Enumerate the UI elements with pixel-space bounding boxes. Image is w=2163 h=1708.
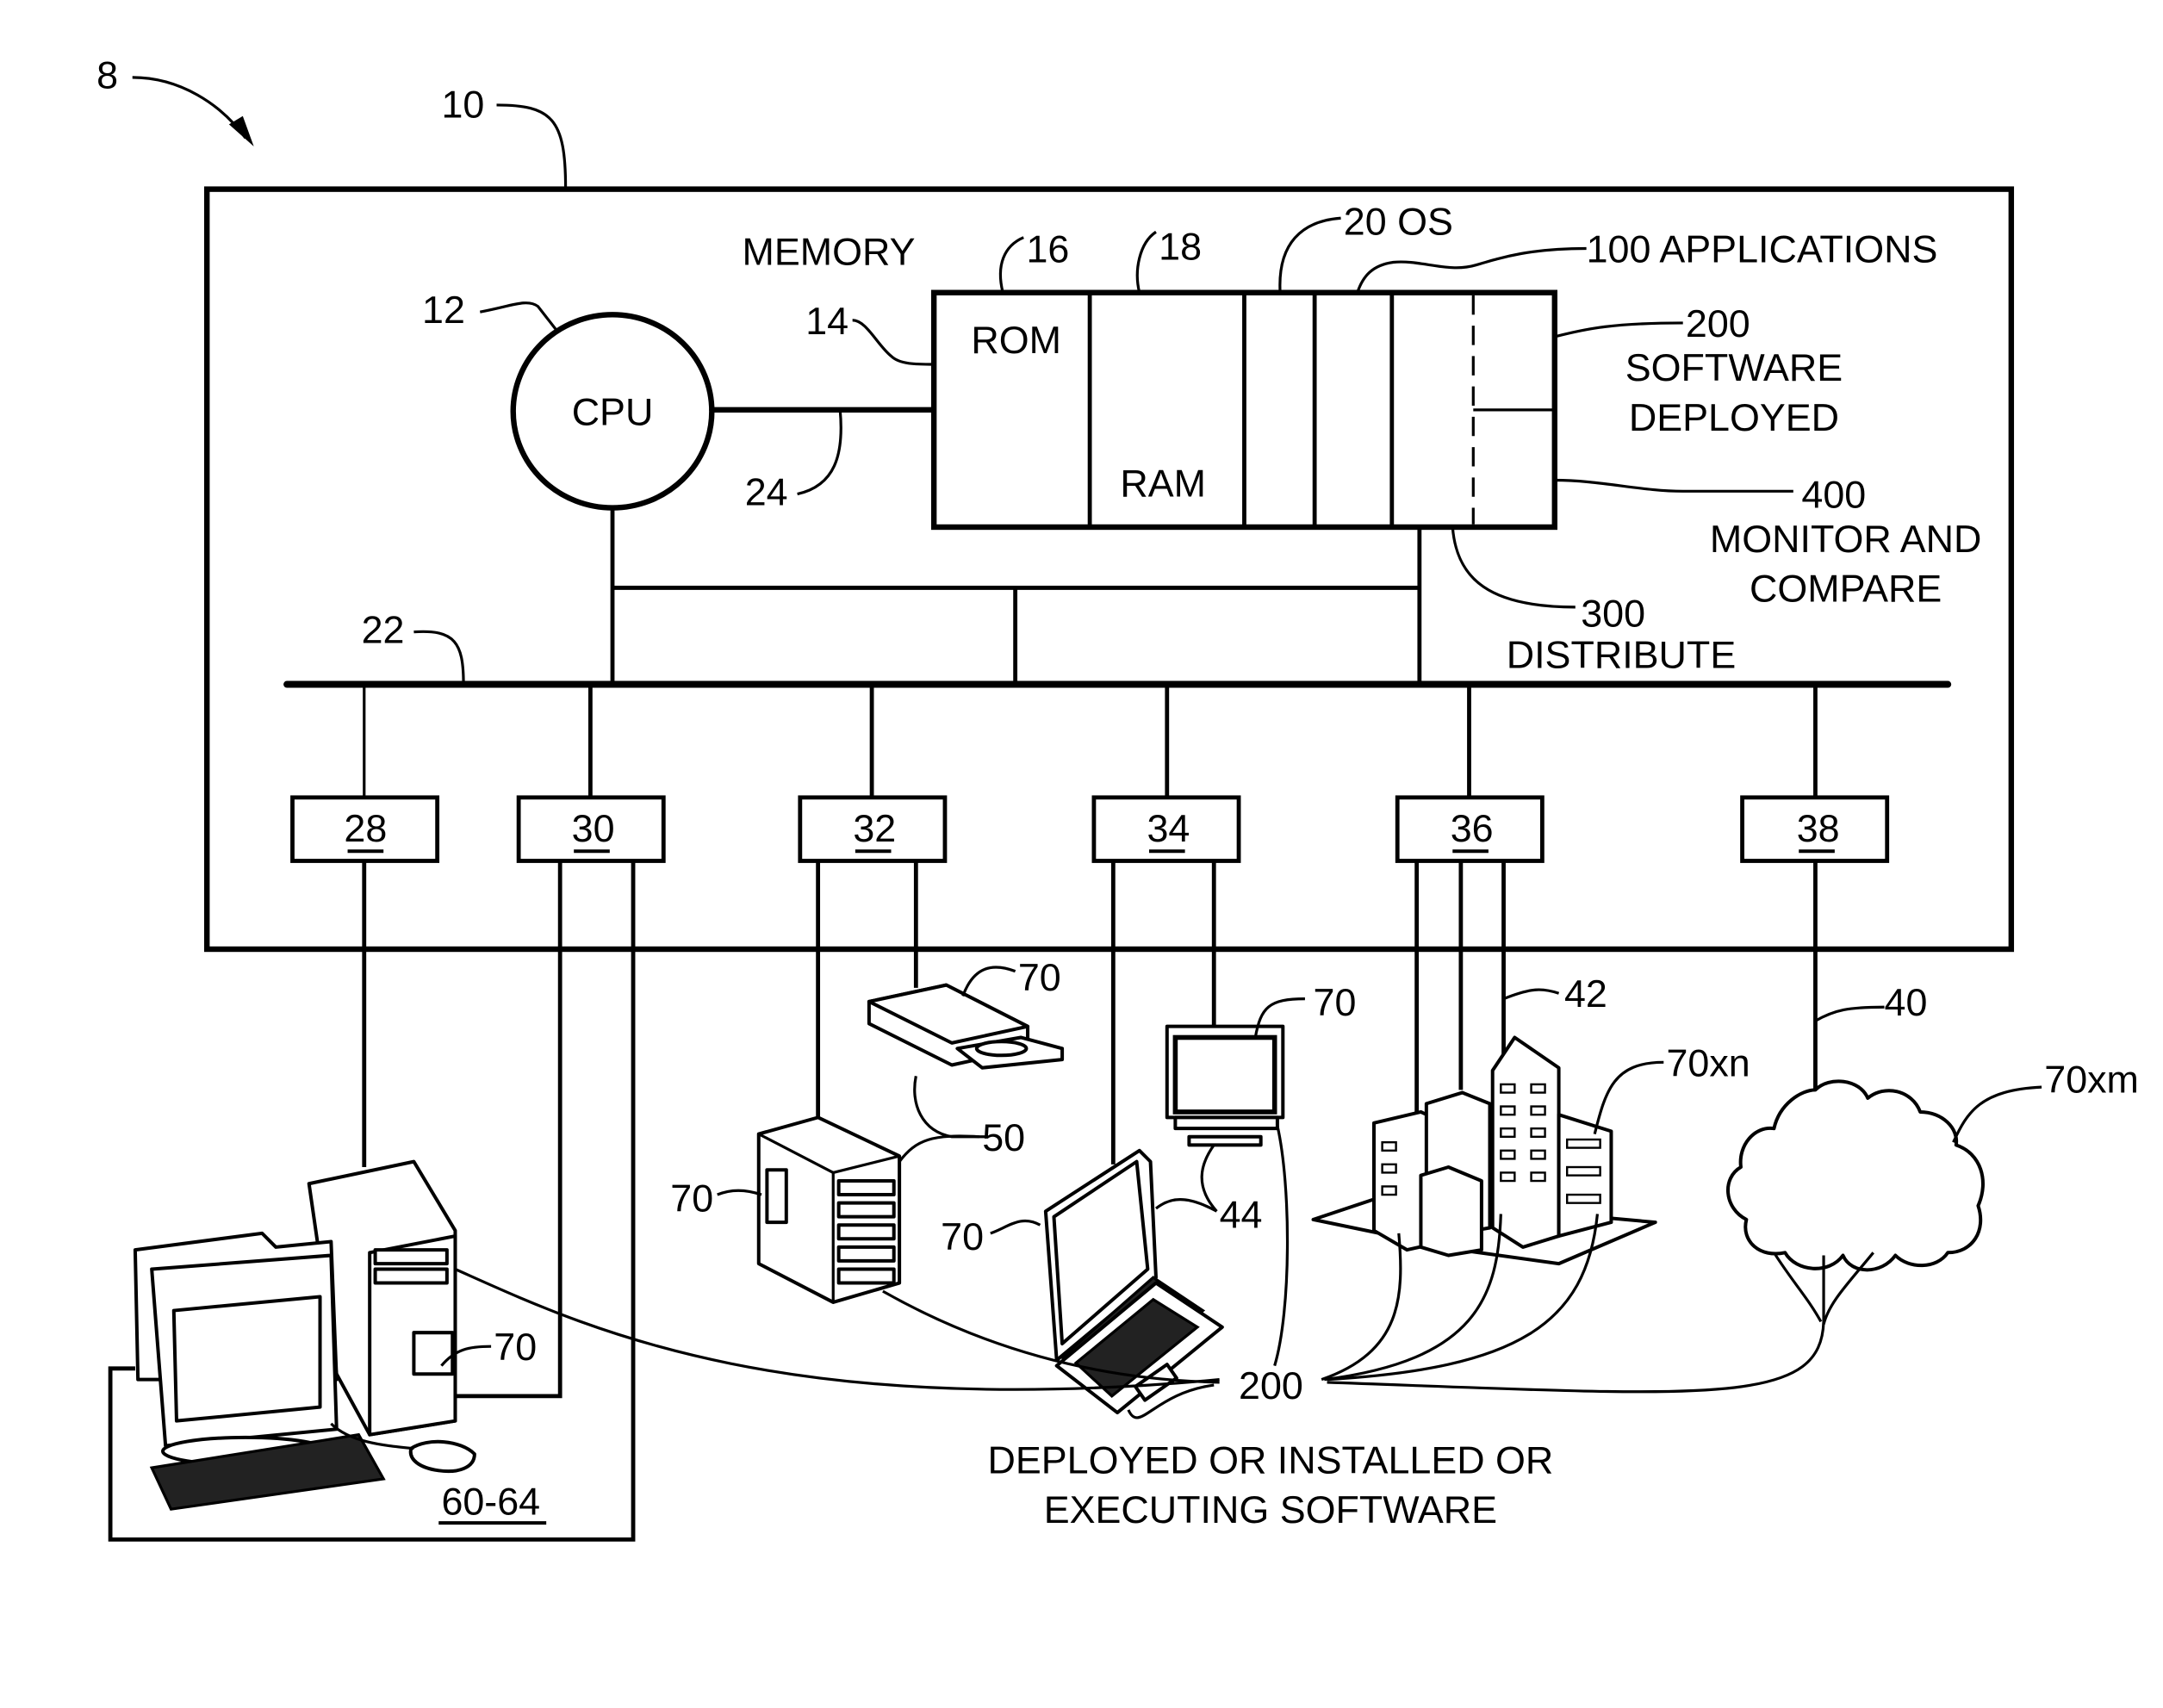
cpu-ref-label: 12 [422,288,465,332]
laptop-sw-ref: 70 [941,1214,984,1258]
monitor-compare-line2: COMPARE [1750,566,1942,610]
software-deployed-leader [1554,321,1683,338]
interface-30: 30 [516,795,666,863]
monitor-ref: 44 [1220,1192,1263,1236]
monitor-ref-leader [1200,1144,1218,1213]
cloud-icon [1726,1079,1985,1272]
os-label: 20 OS [1344,199,1453,243]
system-ref-arrow [132,76,247,140]
computer-ref-label: 10 [441,82,484,126]
cpu-ref-leader [480,301,559,332]
drive-server-link [913,1076,988,1139]
rom-ref-leader [998,236,1024,294]
ram-ref-label: 18 [1159,224,1202,268]
cloud-ref: 40 [1885,980,1928,1024]
enterprise-sw-ref: 70xn [1666,1040,1750,1084]
svg-text:36: 36 [1451,806,1494,850]
monitor-compare-line1: MONITOR AND [1710,517,1981,561]
rom-ref-label: 16 [1026,227,1069,270]
workstation-ref: 60-64 [441,1480,540,1524]
applications-label: 100 APPLICATIONS [1587,227,1938,270]
interface-28: 28 [290,795,440,863]
ram-ref-leader [1135,230,1157,294]
monitor-icon [1165,1024,1285,1147]
monitor-compare-leader [1554,478,1793,493]
monitor-compare-ref: 400 [1801,473,1866,517]
laptop-sw-leader [990,1219,1041,1235]
software-ref: 200 [1239,1363,1303,1407]
svg-text:32: 32 [853,806,896,850]
distribute-ref: 300 [1581,591,1645,635]
enterprise-ref: 42 [1564,972,1607,1015]
applications-leader [1356,246,1587,294]
memory-bus-ref-label: 24 [745,469,788,513]
patent-diagram: 8 10 12 CPU 24 MEMORY 14 16 18 20 OS 100… [96,53,2139,1542]
cloud-sw-ref: 70xm [2044,1058,2139,1102]
drive-sw-leader [961,966,1016,997]
server-icon [756,1115,902,1304]
memory-ref-label: 14 [805,299,848,343]
cpu-label: CPU [572,389,654,433]
distribute-label: DISTRIBUTE [1507,632,1736,676]
system-bus-ref: 22 [362,607,405,651]
cloud-sw-leader [1952,1085,2042,1143]
software-deployed-line1: SOFTWARE [1625,345,1843,389]
system-bus-ref-leader [413,630,465,685]
svg-text:30: 30 [572,806,615,850]
server-ref: 50 [982,1115,1025,1159]
drive-sw-ref: 70 [1018,955,1061,999]
svg-text:38: 38 [1797,806,1840,850]
interface-36: 36 [1395,795,1545,863]
interface-32: 32 [798,795,948,863]
software-deployed-ref: 200 [1686,301,1750,345]
enterprise-buildings-icon [1311,1035,1657,1266]
cloud-ref-leader [1814,1005,1885,1022]
laptop-icon [1043,1148,1224,1415]
caption-line2: EXECUTING SOFTWARE [1044,1488,1497,1531]
svg-text:34: 34 [1147,806,1190,850]
server-ref-leader [898,1134,980,1163]
distribute-leader [1451,526,1576,609]
caption-line1: DEPLOYED OR INSTALLED OR [987,1438,1553,1482]
computer-ref-leader [496,103,568,189]
monitor-sw-ref: 70 [1314,980,1357,1024]
enterprise-sw-leader [1593,1060,1664,1134]
system-ref-label: 8 [96,53,118,97]
server-sw-ref: 70 [670,1176,713,1220]
memory-title: MEMORY [743,230,916,274]
ram-label: RAM [1120,462,1206,506]
workstation-sw-ref: 70 [494,1325,537,1369]
bus-drops [363,684,1818,798]
interface-34: 34 [1091,795,1241,863]
svg-text:28: 28 [344,806,387,850]
software-deployed-line2: DEPLOYED [1629,395,1839,439]
rom-label: ROM [971,318,1061,362]
enterprise-ref-leader [1502,988,1560,1001]
server-sw-leader [717,1189,762,1196]
workstation-icon [133,1159,476,1511]
memory-ref-leader [852,319,935,366]
interface-38: 38 [1740,795,1890,863]
memory-bus-ref-leader [797,409,842,496]
os-leader [1278,216,1341,293]
